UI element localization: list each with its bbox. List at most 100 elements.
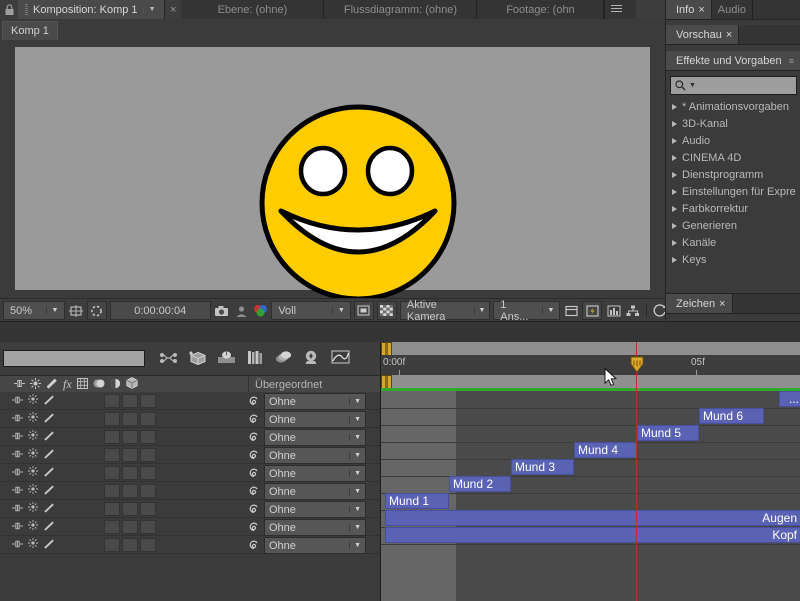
layer-list[interactable]: Ohne▼ Ohne▼ (0, 392, 380, 601)
tab-effekte-und-vorgaben[interactable]: Effekte und Vorgaben ≡ (666, 51, 800, 70)
pickwhip-icon[interactable] (248, 504, 260, 516)
switch-box[interactable] (122, 484, 138, 498)
layer-switches[interactable] (12, 448, 74, 462)
switch-box[interactable] (140, 502, 156, 516)
triangle-right-icon[interactable] (672, 138, 677, 144)
switch-box[interactable] (140, 520, 156, 534)
composition-viewer[interactable] (0, 41, 665, 298)
graph-editor-icon[interactable] (275, 350, 293, 367)
lock-icon[interactable] (43, 502, 55, 516)
effect-category-row[interactable]: Einstellungen für Expre (666, 183, 800, 200)
chevron-down-icon[interactable]: ▼ (349, 452, 361, 459)
solo-icon[interactable] (28, 538, 38, 551)
switch-box[interactable] (104, 502, 120, 516)
triangle-right-icon[interactable] (672, 223, 677, 229)
playhead-line[interactable] (636, 342, 637, 601)
audio-icon[interactable] (12, 521, 23, 533)
track-row[interactable]: Mund 5 (381, 425, 800, 443)
snapshot-icon[interactable] (214, 302, 230, 319)
layer-search-input[interactable] (3, 350, 145, 367)
tab-zeichen[interactable]: Zeichen × (666, 294, 733, 313)
composition-canvas[interactable] (15, 47, 650, 290)
switch-box[interactable] (122, 394, 138, 408)
layer-bar[interactable]: Kopf (385, 527, 800, 543)
effect-category-row[interactable]: Generieren (666, 217, 800, 234)
pickwhip-icon[interactable] (248, 450, 260, 462)
camera-select[interactable]: Aktive Kamera ▼ (400, 301, 490, 320)
lock-icon[interactable] (43, 412, 55, 426)
solo-icon[interactable] (30, 378, 41, 392)
parent-select[interactable]: Ohne▼ (264, 537, 366, 554)
solo-icon[interactable] (28, 520, 38, 533)
lock-icon[interactable] (43, 394, 55, 408)
parent-cell[interactable]: Ohne▼ (248, 465, 366, 482)
audio-icon[interactable] (12, 503, 23, 515)
effects-category-list[interactable]: * Animationsvorgaben 3D-Kanal Audio CINE… (666, 98, 800, 268)
pickwhip-icon[interactable] (248, 396, 260, 408)
lock-icon[interactable] (43, 448, 55, 462)
parent-select[interactable]: Ohne▼ (264, 447, 366, 464)
layer-switches[interactable] (12, 538, 74, 552)
title-safe-icon[interactable] (354, 301, 374, 320)
close-icon[interactable]: × (719, 298, 725, 310)
parent-cell[interactable]: Ohne▼ (248, 411, 366, 428)
switch-box[interactable] (104, 394, 120, 408)
tab-vorschau[interactable]: Vorschau × (666, 25, 739, 44)
close-icon[interactable]: × (726, 29, 732, 41)
effect-category-row[interactable]: 3D-Kanal (666, 115, 800, 132)
audio-icon[interactable] (12, 449, 23, 461)
parent-cell[interactable]: Ohne▼ (248, 519, 366, 536)
triangle-right-icon[interactable] (672, 155, 677, 161)
audio-icon[interactable] (12, 431, 23, 443)
pickwhip-icon[interactable] (248, 468, 260, 480)
switch-box[interactable] (104, 520, 120, 534)
parent-cell[interactable]: Ohne▼ (248, 393, 366, 410)
parent-cell[interactable]: Ohne▼ (248, 429, 366, 446)
lock-icon[interactable] (43, 430, 55, 444)
tab-ebene[interactable]: Ebene: (ohne) (181, 0, 324, 19)
lock-icon[interactable] (43, 484, 55, 498)
chevron-down-icon[interactable]: ▼ (349, 398, 361, 405)
chevron-down-icon[interactable]: ▼ (349, 470, 361, 477)
fx-icon[interactable]: fx (63, 377, 72, 392)
grid-guides-icon[interactable] (605, 302, 621, 319)
switch-box[interactable] (122, 502, 138, 516)
triangle-right-icon[interactable] (672, 189, 677, 195)
chevron-down-icon[interactable]: ▼ (349, 434, 361, 441)
effects-search-input[interactable]: ▼ (670, 76, 797, 95)
layer-bar[interactable]: Mund 4 (574, 442, 637, 458)
switch-box[interactable] (122, 430, 138, 444)
track-row[interactable]: Mund 4 (381, 442, 800, 460)
effect-category-row[interactable]: Dienstprogramm (666, 166, 800, 183)
layer-switch-boxes[interactable] (104, 412, 156, 426)
layer-switch-boxes[interactable] (104, 394, 156, 408)
adjustment-icon[interactable] (110, 378, 121, 392)
switch-box[interactable] (122, 466, 138, 480)
zoom-select[interactable]: 50% ▼ (3, 301, 65, 320)
layer-row[interactable]: Ohne▼ (0, 536, 380, 554)
close-icon[interactable]: × (170, 4, 176, 16)
layer-bar[interactable]: ... (779, 391, 800, 407)
switch-box[interactable] (140, 466, 156, 480)
parent-select[interactable]: Ohne▼ (264, 465, 366, 482)
parent-select[interactable]: Ohne▼ (264, 501, 366, 518)
effect-category-row[interactable]: Audio (666, 132, 800, 149)
audio-icon[interactable] (12, 485, 23, 497)
layer-switch-boxes[interactable] (104, 466, 156, 480)
layer-bar[interactable]: Augen (385, 510, 800, 526)
chevron-down-icon[interactable]: ▼ (474, 307, 489, 314)
layer-switches[interactable] (12, 466, 74, 480)
chevron-down-icon[interactable]: ▼ (332, 307, 350, 314)
time-ruler-bottom[interactable] (381, 375, 800, 388)
tab-close-komposition[interactable]: × (165, 0, 181, 19)
switch-box[interactable] (140, 484, 156, 498)
curves-icon[interactable] (331, 350, 350, 367)
breadcrumb[interactable]: Komp 1 (2, 21, 58, 40)
motion-blur-icon[interactable] (246, 350, 265, 368)
layer-switch-boxes[interactable] (104, 520, 156, 534)
parent-select[interactable]: Ohne▼ (264, 483, 366, 500)
fast-preview-icon[interactable] (582, 301, 602, 320)
timeline-graph-area[interactable]: 0:00f 05f ... Mund 6 (380, 342, 800, 601)
switch-box[interactable] (104, 430, 120, 444)
lock-icon[interactable] (43, 466, 55, 480)
